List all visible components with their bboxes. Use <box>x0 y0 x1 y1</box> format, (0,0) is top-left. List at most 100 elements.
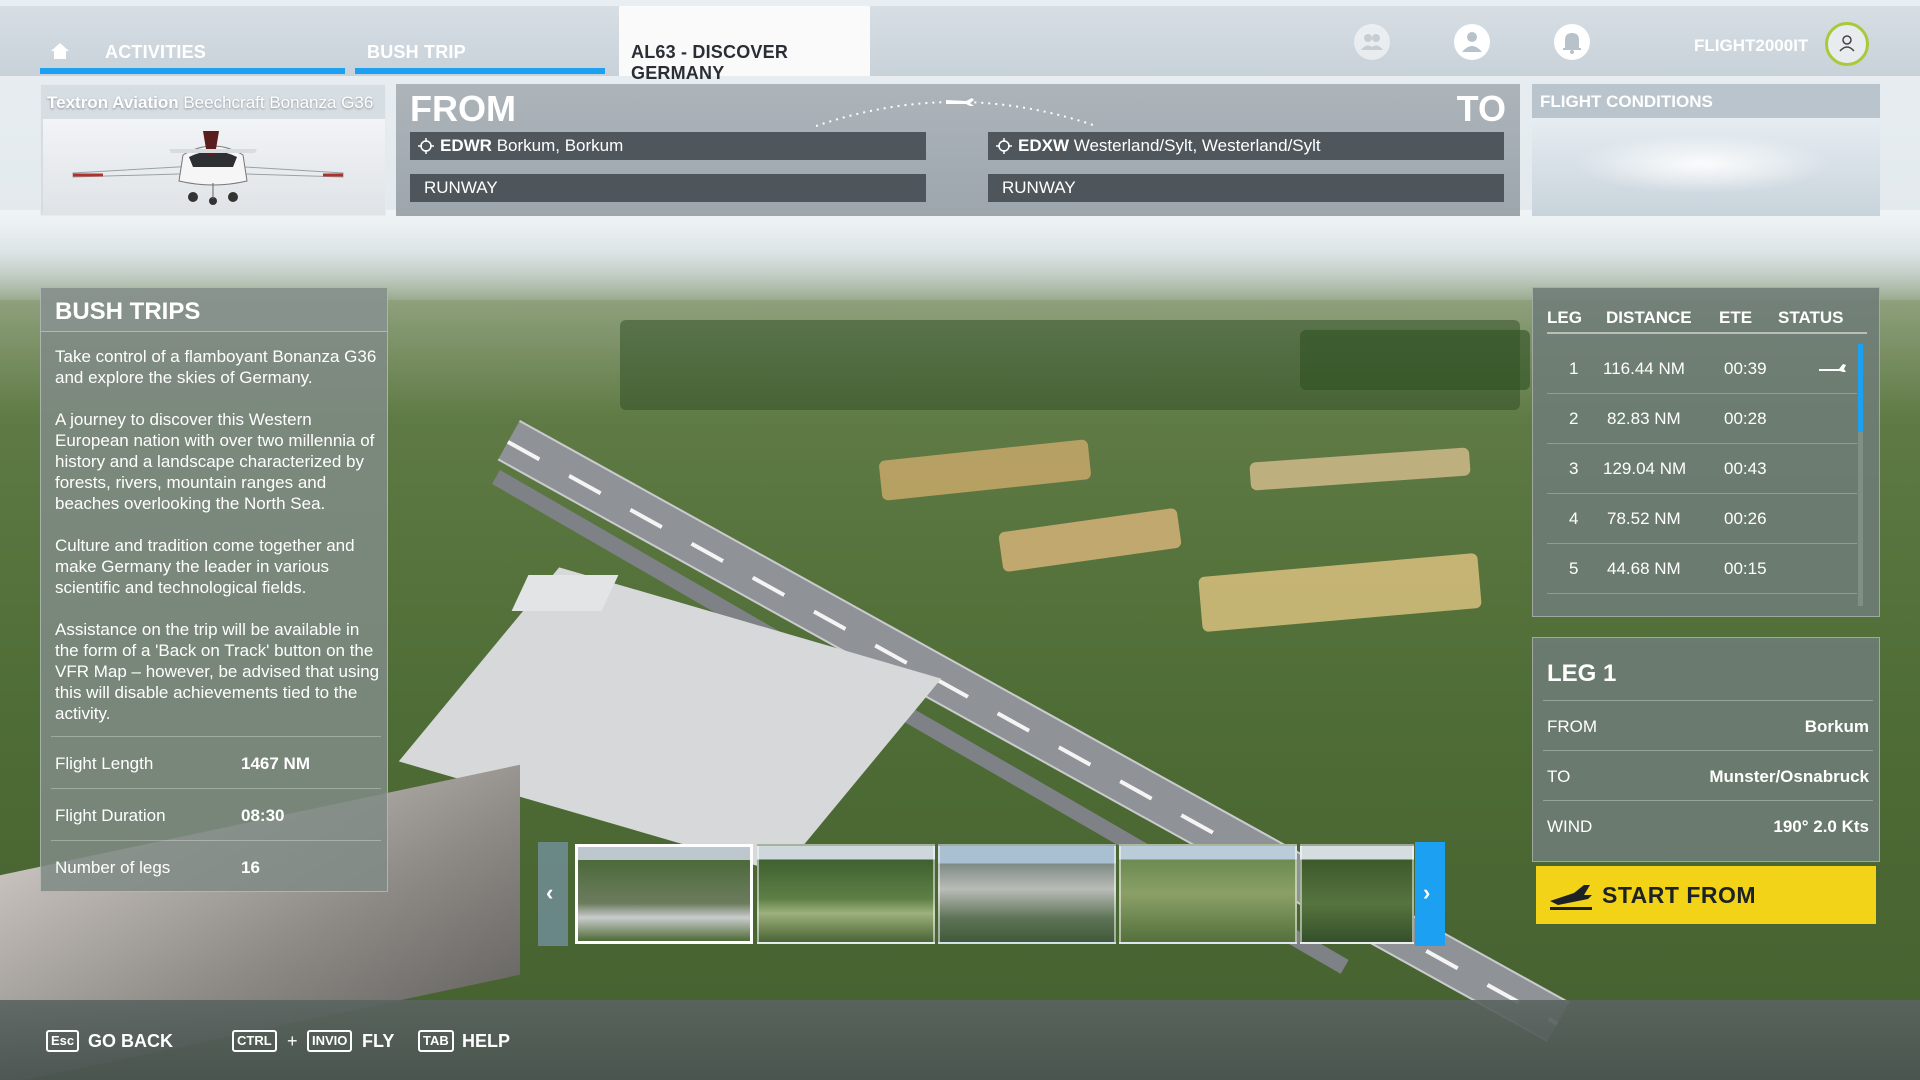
home-icon <box>51 43 69 59</box>
leg-ete: 00:43 <box>1724 459 1767 478</box>
stat-number-of-legs: Number of legs 16 <box>51 840 381 892</box>
aircraft-image <box>43 119 385 215</box>
aircraft-panel[interactable]: Textron Aviation Beechcraft Bonanza G36 <box>40 84 386 216</box>
detail-value: Munster/Osnabruck <box>1709 767 1869 786</box>
leg-distance: 78.52 NM <box>1607 509 1681 528</box>
description-paragraph: Culture and tradition come together and … <box>55 536 355 597</box>
arrival-name: Westerland/Sylt, Westerland/Sylt <box>1073 136 1321 155</box>
chevron-right-icon: › <box>1423 880 1431 905</box>
leg-number: 5 <box>1569 559 1579 578</box>
friends-icon[interactable] <box>1354 24 1390 60</box>
screenshot-thumbnail[interactable] <box>1119 844 1297 944</box>
leg-distance: 129.04 NM <box>1603 459 1687 478</box>
plus-sign: + <box>287 1031 298 1051</box>
profile-icon[interactable] <box>1454 24 1490 60</box>
col-ete: ETE <box>1719 308 1753 327</box>
go-back-action[interactable]: GO BACK <box>88 1031 173 1052</box>
field <box>1249 447 1471 491</box>
screenshot-thumbnail[interactable] <box>757 844 935 944</box>
detail-value: 190° 2.0 Kts <box>1773 817 1869 836</box>
leg-number: 3 <box>1569 459 1579 478</box>
stat-label: Number of legs <box>55 858 171 877</box>
leg-ete: 00:39 <box>1724 359 1767 378</box>
field <box>1198 552 1482 633</box>
description-paragraph: Assistance on the trip will be available… <box>55 620 380 723</box>
arrival-icao: EDXW <box>1018 136 1069 155</box>
tab-indicator <box>105 68 345 74</box>
table-row[interactable]: 5 44.68 NM 00:15 <box>1547 544 1857 594</box>
detail-label: FROM <box>1547 717 1598 736</box>
plane-icon <box>1819 364 1846 372</box>
arrival-airport-selector[interactable]: EDXW Westerland/Sylt, Westerland/Sylt <box>988 132 1504 160</box>
avatar[interactable] <box>1825 22 1869 66</box>
leg-ete: 00:28 <box>1724 409 1767 428</box>
takeoff-icon <box>1550 885 1592 910</box>
description-paragraph: A journey to discover this Western Europ… <box>55 410 375 513</box>
field <box>1300 330 1530 390</box>
aircraft-name: Textron Aviation Beechcraft Bonanza G36 <box>47 93 373 113</box>
bush-trips-title: BUSH TRIPS <box>55 298 201 325</box>
leg-distance: 44.68 NM <box>1607 559 1681 578</box>
col-status: STATUS <box>1778 308 1844 327</box>
notifications-icon[interactable] <box>1554 24 1590 60</box>
screenshot-thumbnail[interactable] <box>575 844 753 944</box>
tab-home[interactable] <box>40 6 105 76</box>
route-panel: FROM TO EDWR Borkum, Borkum EDXW Westerl… <box>396 84 1520 216</box>
leg-detail-title: LEG 1 <box>1547 660 1617 687</box>
table-row[interactable]: 1 116.44 NM 00:39 <box>1547 344 1857 394</box>
arrival-runway-selector[interactable]: RUNWAY <box>988 174 1504 202</box>
leg-detail-panel: LEG 1 FROM Borkum TO Munster/Osnabruck W… <box>1532 637 1880 862</box>
start-from-button[interactable]: START FROM <box>1536 866 1876 924</box>
aircraft-model: Beechcraft Bonanza G36 <box>183 93 374 112</box>
leg-distance: 82.83 NM <box>1607 409 1681 428</box>
screenshot-thumbnail[interactable] <box>938 844 1116 944</box>
tab-bush-trip[interactable]: BUSH TRIP <box>355 6 605 76</box>
table-row[interactable]: 4 78.52 NM 00:26 <box>1547 494 1857 544</box>
departure-name: Borkum, Borkum <box>496 136 624 155</box>
table-row[interactable]: 2 82.83 NM 00:28 <box>1547 394 1857 444</box>
departure-airport-selector[interactable]: EDWR Borkum, Borkum <box>410 132 926 160</box>
leg-detail-row-from: FROM Borkum <box>1543 700 1873 750</box>
username: FLIGHT2000IT <box>1694 36 1809 55</box>
apron <box>511 575 619 611</box>
help-action[interactable]: HELP <box>462 1031 510 1052</box>
ctrl-key-hint: CTRL <box>232 1030 277 1052</box>
departure-runway-selector[interactable]: RUNWAY <box>410 174 926 202</box>
col-distance: DISTANCE <box>1606 308 1692 327</box>
legs-table: LEG DISTANCE ETE STATUS 1 116.44 NM 00:3… <box>1532 287 1880 617</box>
description-paragraph: Take control of a flamboyant Bonanza G36… <box>55 347 377 387</box>
screenshot-thumbnail[interactable] <box>1300 844 1414 944</box>
leg-detail-row-to: TO Munster/Osnabruck <box>1543 750 1873 800</box>
leg-number: 2 <box>1569 409 1579 428</box>
departure-icao: EDWR <box>440 136 492 155</box>
tab-bush-trip-label: BUSH TRIP <box>367 42 466 62</box>
leg-number: 1 <box>1569 359 1579 378</box>
stat-flight-duration: Flight Duration 08:30 <box>51 788 381 840</box>
from-title: FROM <box>410 88 516 129</box>
legs-scrollbar-thumb[interactable] <box>1858 344 1863 432</box>
detail-value: Borkum <box>1804 717 1869 736</box>
location-icon <box>996 138 1012 154</box>
carousel-next-button[interactable]: › <box>1415 842 1445 946</box>
detail-label: WIND <box>1547 817 1593 836</box>
legs-table-header: LEG DISTANCE ETE STATUS <box>1547 302 1867 334</box>
flight-conditions-panel[interactable]: FLIGHT CONDITIONS <box>1532 84 1880 216</box>
leg-ete: 00:26 <box>1724 509 1767 528</box>
tab-current-trip-label: AL63 - DISCOVER GERMANY <box>631 42 789 83</box>
tab-current-trip[interactable]: AL63 - DISCOVER GERMANY <box>619 6 870 83</box>
leg-detail-row-wind: WIND 190° 2.0 Kts <box>1543 800 1873 850</box>
tab-key-hint: TAB <box>418 1030 454 1052</box>
aircraft-maker: Textron Aviation <box>47 93 179 112</box>
table-row[interactable]: 3 129.04 NM 00:43 <box>1547 444 1857 494</box>
stat-label: Flight Duration <box>55 806 166 825</box>
tab-indicator <box>355 68 605 74</box>
to-title: TO <box>1456 88 1506 129</box>
weather-preview <box>1572 134 1832 194</box>
tab-activities[interactable]: ACTIVITIES <box>105 6 345 76</box>
col-leg: LEG <box>1547 308 1582 327</box>
carousel-prev-button[interactable]: ‹ <box>538 842 568 946</box>
bush-trips-panel: BUSH TRIPS Take control of a flamboyant … <box>40 287 388 892</box>
fly-action[interactable]: FLY <box>362 1031 394 1052</box>
stat-label: Flight Length <box>55 754 154 773</box>
plane-icon <box>946 98 974 106</box>
